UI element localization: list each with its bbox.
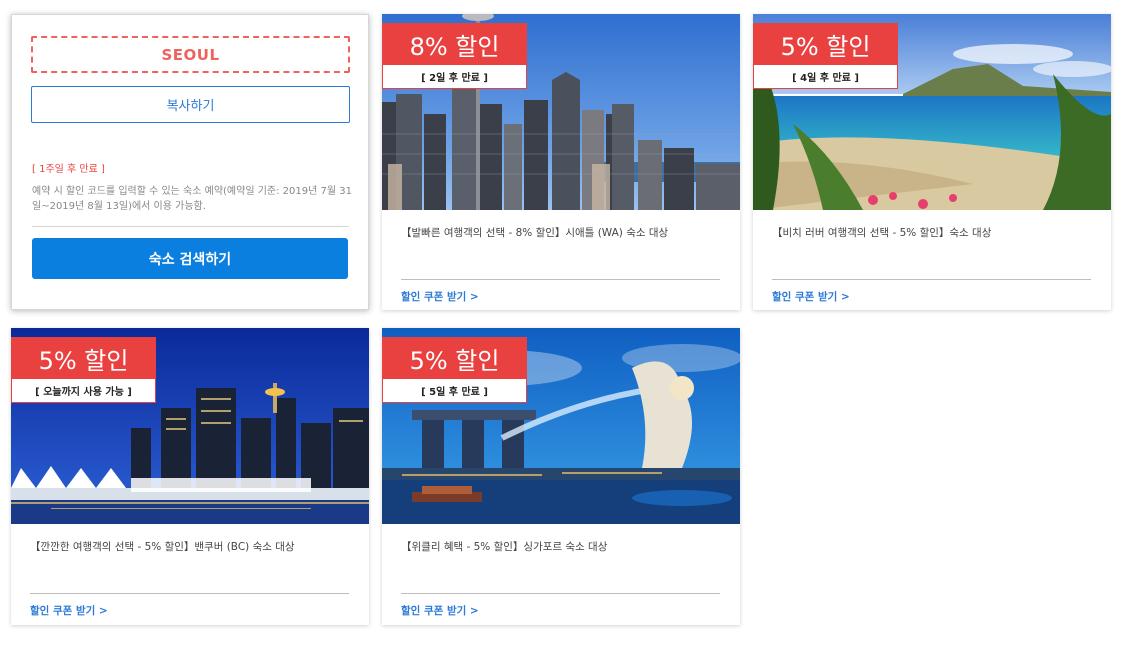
discount-badge: 5% 할인 [ 4일 후 만료 ] [753, 23, 898, 89]
coupon-code: SEOUL [31, 36, 350, 73]
coupon-code-card: SEOUL 복사하기 [ 1주일 후 만료 ] 예약 시 할인 코드를 입력할 … [11, 14, 369, 310]
deal-title: 【위클리 혜택 - 5% 할인】싱가포르 숙소 대상 [401, 541, 608, 553]
divider [401, 593, 720, 594]
divider [32, 226, 349, 227]
discount-label: 8% 할인 [382, 23, 527, 65]
deal-expiry: [ 5일 후 만료 ] [382, 379, 527, 403]
get-coupon-link[interactable]: 할인 쿠폰 받기 > [401, 289, 479, 304]
get-coupon-link[interactable]: 할인 쿠폰 받기 > [401, 603, 479, 618]
discount-label: 5% 할인 [753, 23, 898, 65]
copy-button[interactable]: 복사하기 [31, 86, 350, 123]
deal-card-seattle[interactable]: 8% 할인 [ 2일 후 만료 ] 【발빠른 여행객의 선택 - 8% 할인】시… [382, 14, 740, 310]
deal-title: 【비치 러버 여행객의 선택 - 5% 할인】숙소 대상 [772, 227, 992, 239]
deal-card-singapore[interactable]: 5% 할인 [ 5일 후 만료 ] 【위클리 혜택 - 5% 할인】싱가포르 숙… [382, 328, 740, 625]
deal-card-vancouver[interactable]: 5% 할인 [ 오늘까지 사용 가능 ] 【깐깐한 여행객의 선택 - 5% 할… [11, 328, 369, 625]
divider [30, 593, 349, 594]
discount-label: 5% 할인 [11, 337, 156, 379]
divider [772, 279, 1091, 280]
get-coupon-link[interactable]: 할인 쿠폰 받기 > [30, 603, 108, 618]
deal-card-hawaii[interactable]: 5% 할인 [ 4일 후 만료 ] 【비치 러버 여행객의 선택 - 5% 할인… [753, 14, 1111, 310]
get-coupon-link[interactable]: 할인 쿠폰 받기 > [772, 289, 850, 304]
deal-title: 【발빠른 여행객의 선택 - 8% 할인】시애틀 (WA) 숙소 대상 [401, 227, 669, 239]
search-hotels-button[interactable]: 숙소 검색하기 [32, 238, 348, 279]
divider [401, 279, 720, 280]
deal-expiry: [ 2일 후 만료 ] [382, 65, 527, 89]
deal-expiry: [ 오늘까지 사용 가능 ] [11, 379, 156, 403]
deal-title: 【깐깐한 여행객의 선택 - 5% 할인】밴쿠버 (BC) 숙소 대상 [30, 541, 295, 553]
code-description: 예약 시 할인 코드를 입력할 수 있는 숙소 예약(예약일 기준: 2019년… [32, 186, 352, 212]
code-expiry: [ 1주일 후 만료 ] [32, 164, 105, 175]
discount-label: 5% 할인 [382, 337, 527, 379]
discount-badge: 8% 할인 [ 2일 후 만료 ] [382, 23, 527, 89]
discount-badge: 5% 할인 [ 5일 후 만료 ] [382, 337, 527, 403]
discount-badge: 5% 할인 [ 오늘까지 사용 가능 ] [11, 337, 156, 403]
deal-expiry: [ 4일 후 만료 ] [753, 65, 898, 89]
